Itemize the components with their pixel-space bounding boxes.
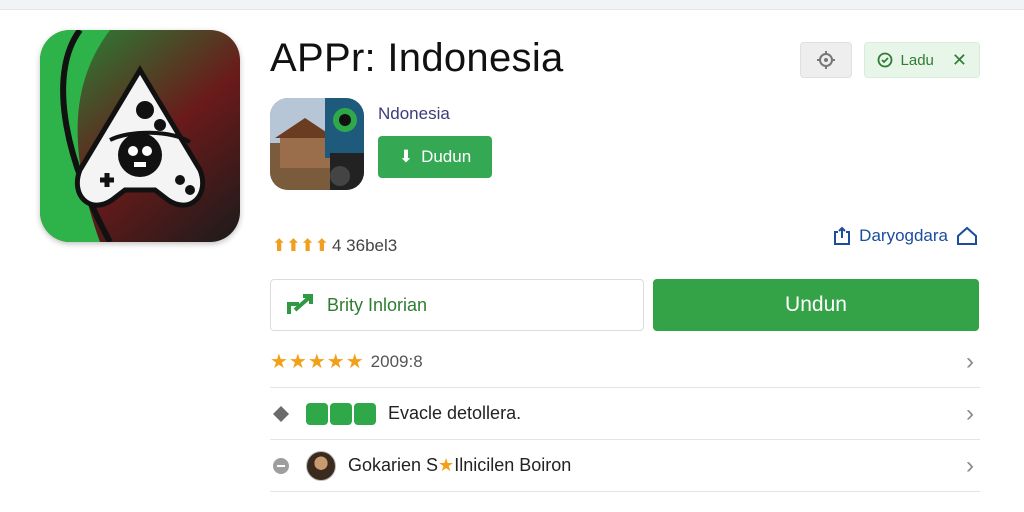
app-icon xyxy=(40,30,240,242)
install-button-label: Undun xyxy=(785,293,847,316)
download-arrow-icon: ⬇ xyxy=(398,147,414,166)
reviewer-name-part2: Ilnicilen Boiron xyxy=(454,455,572,475)
small-download-label: Dudun xyxy=(421,147,472,166)
rating-arrow-icon: ⬆⬆⬆⬆ xyxy=(272,236,329,255)
chevron-right-icon: › xyxy=(966,347,974,375)
share-link[interactable]: Daryogdara xyxy=(833,226,978,246)
secondary-button[interactable]: Brity Inlorian xyxy=(270,279,644,331)
details-list: ★★★★★ 2009:8 › Evacle detollera. › Gokar… xyxy=(270,336,980,492)
close-icon[interactable]: ✕ xyxy=(952,50,967,71)
rating-text: 4 36bel3 xyxy=(331,236,398,255)
check-circle-icon xyxy=(877,52,892,68)
top-strip xyxy=(0,0,1024,10)
app-title: APPr: Indonesia xyxy=(270,36,564,80)
list-item[interactable]: Evacle detollera. › xyxy=(270,388,980,440)
settings-button[interactable] xyxy=(799,42,852,78)
developer-thumbnail xyxy=(270,98,364,190)
reviewer-name-part1: Gokarien S xyxy=(348,455,439,475)
brand-badge-icon xyxy=(306,402,376,425)
list-item[interactable]: ★★★★★ 2009:8 › xyxy=(270,336,980,388)
list-item[interactable]: Gokarien S★Ilnicilen Boiron › xyxy=(270,440,980,492)
share-label: Daryogdara xyxy=(859,226,948,245)
home-outline-icon[interactable] xyxy=(956,226,978,246)
info-icon xyxy=(270,403,292,425)
secondary-button-label: Brity Inlorian xyxy=(327,294,428,315)
review-count: 2009:8 xyxy=(370,351,423,371)
row-label: Evacle detollera. xyxy=(388,403,522,423)
chevron-right-icon: › xyxy=(966,399,974,427)
gamepad-skull-icon xyxy=(40,30,206,242)
star-rating-icon: ★★★★★ xyxy=(270,351,365,373)
rating-summary: ⬆⬆⬆⬆ 4 36bel3 xyxy=(272,236,397,256)
chevron-right-icon: › xyxy=(966,451,974,479)
small-download-button[interactable]: ⬇ Dudun xyxy=(378,136,492,178)
star-icon: ★ xyxy=(438,455,455,475)
trend-arrow-icon xyxy=(287,294,313,314)
status-chip[interactable]: Ladu ✕ xyxy=(863,42,980,78)
chat-icon xyxy=(270,455,292,477)
install-button[interactable]: Undun xyxy=(653,279,979,331)
avatar xyxy=(306,450,336,481)
developer-name[interactable]: Ndonesia xyxy=(378,104,450,124)
settings-gear-icon xyxy=(816,51,835,69)
reviewer-name: Gokarien S★Ilnicilen Boiron xyxy=(348,455,571,476)
share-icon xyxy=(834,226,851,245)
top-actions: Ladu ✕ xyxy=(799,42,980,78)
status-label: Ladu xyxy=(900,51,934,69)
